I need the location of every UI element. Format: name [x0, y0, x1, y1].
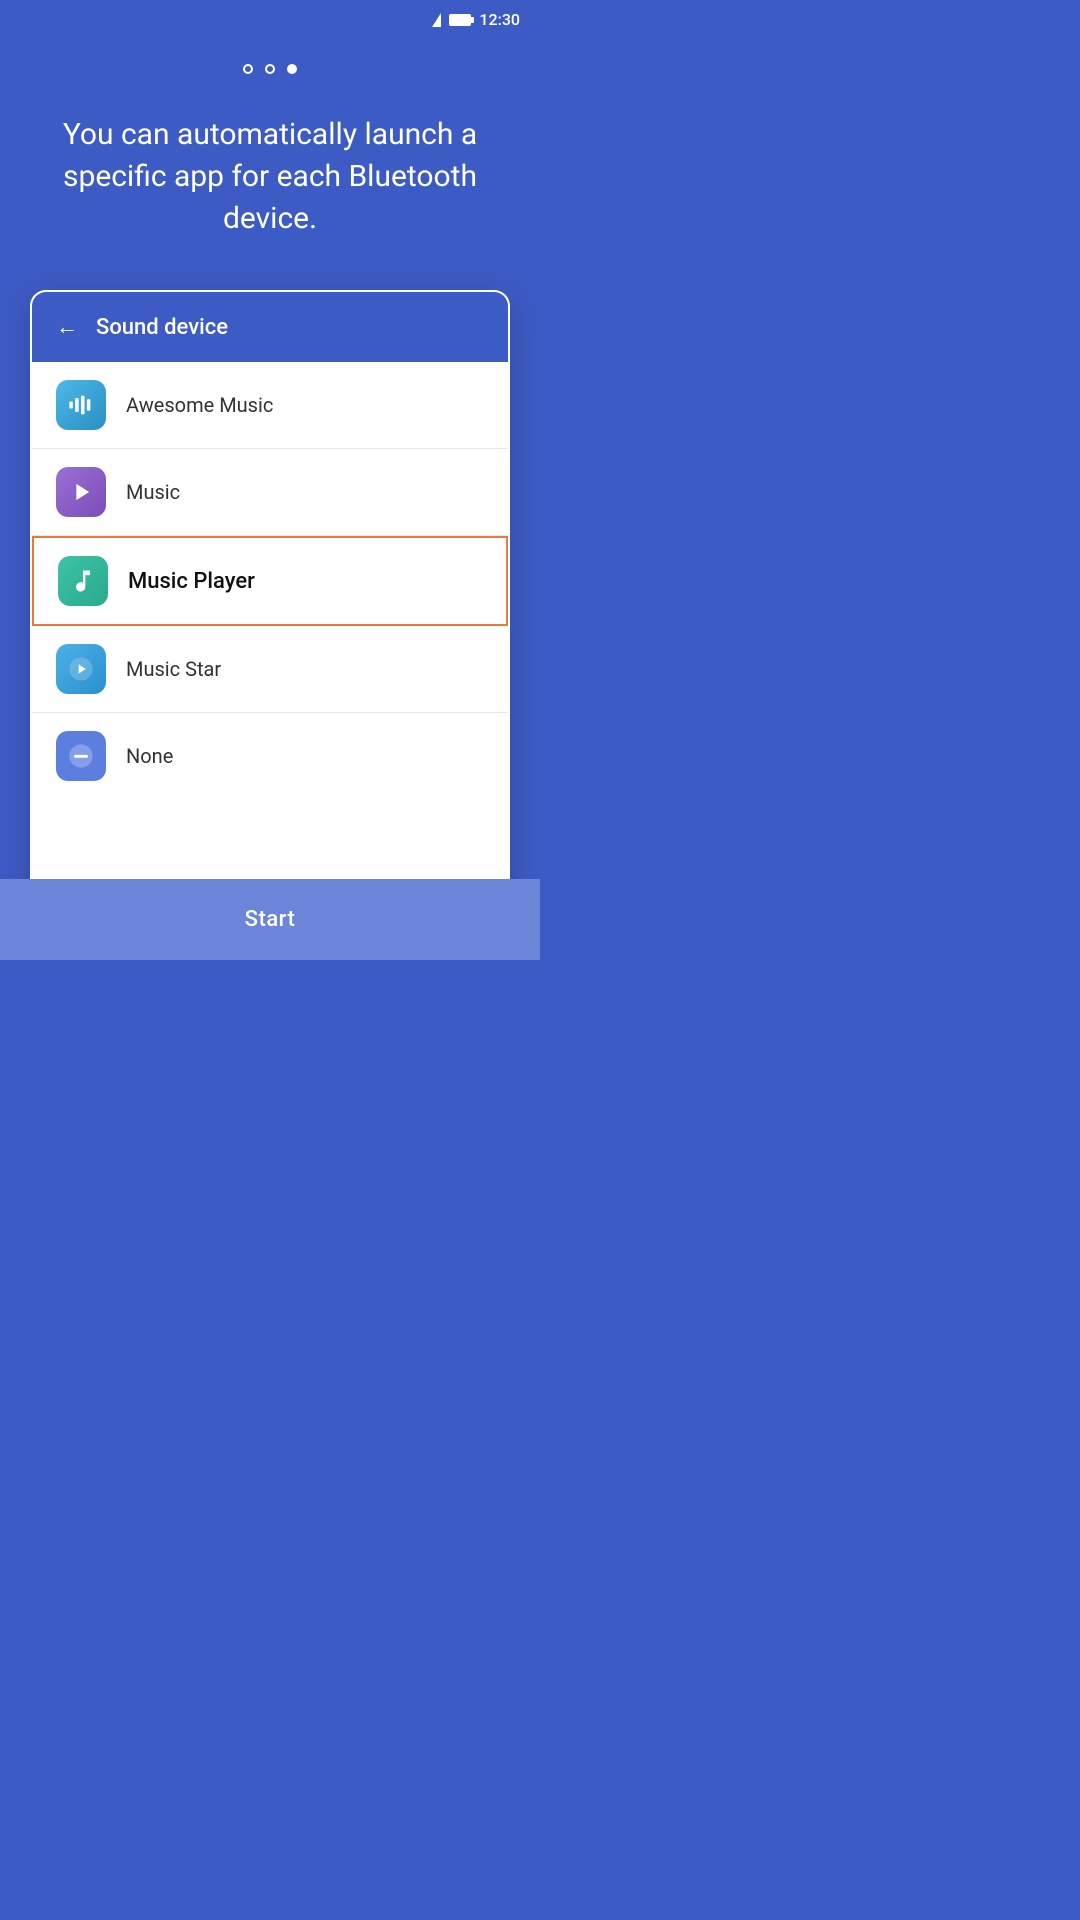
- signal-icon: [432, 13, 441, 27]
- page-indicators: [0, 64, 540, 74]
- app-list: Awesome Music Music Music Player: [32, 362, 508, 799]
- awesome-music-label: Awesome Music: [126, 393, 273, 417]
- headline-text: You can automatically launch a specific …: [0, 114, 540, 240]
- card-header: ← Sound device: [32, 292, 508, 362]
- page-dot-1: [243, 64, 253, 74]
- music-star-label: Music Star: [126, 657, 221, 681]
- none-icon: [56, 731, 106, 781]
- awesome-music-icon: [56, 380, 106, 430]
- none-label: None: [126, 744, 173, 768]
- list-item-music-star[interactable]: Music Star: [32, 626, 508, 713]
- sound-device-card: ← Sound device Awesome Music: [30, 290, 510, 901]
- music-icon: [56, 467, 106, 517]
- list-item-none[interactable]: None: [32, 713, 508, 799]
- back-button[interactable]: ←: [56, 314, 78, 340]
- card-title: Sound device: [96, 315, 228, 340]
- music-player-icon: [58, 556, 108, 606]
- music-star-icon: [56, 644, 106, 694]
- list-item-awesome-music[interactable]: Awesome Music: [32, 362, 508, 449]
- battery-icon: [449, 14, 471, 26]
- music-label: Music: [126, 480, 180, 504]
- list-item-music[interactable]: Music: [32, 449, 508, 536]
- music-player-label: Music Player: [128, 569, 255, 594]
- page-dot-2: [265, 64, 275, 74]
- start-button[interactable]: Start: [0, 879, 540, 960]
- list-item-music-player[interactable]: Music Player: [32, 536, 508, 626]
- time-display: 12:30: [479, 10, 520, 29]
- status-bar: 12:30: [0, 0, 540, 34]
- page-dot-3: [287, 64, 297, 74]
